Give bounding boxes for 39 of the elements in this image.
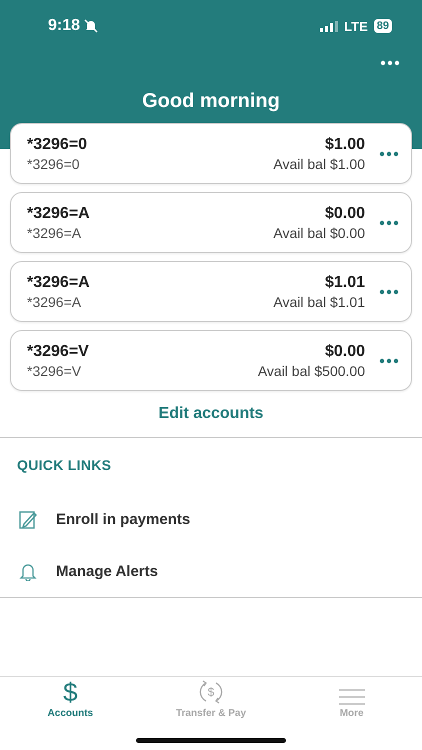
account-options-icon[interactable]	[379, 288, 399, 294]
available-balance: Avail bal $1.01	[273, 294, 365, 310]
account-options-icon[interactable]	[379, 358, 399, 364]
menu-icon	[338, 689, 365, 705]
edit-accounts-link[interactable]: Edit accounts	[0, 399, 422, 438]
available-balance: Avail bal $500.00	[258, 362, 365, 378]
tab-item[interactable]: $ Accounts	[0, 677, 141, 725]
account-options-icon[interactable]	[379, 220, 399, 226]
account-number: *3296=V	[27, 362, 82, 378]
account-balance: $0.00	[324, 204, 365, 222]
account-balance: $1.01	[324, 274, 365, 292]
account-number: *3296=0	[27, 156, 81, 172]
account-options-icon[interactable]	[379, 150, 399, 156]
account-name: *3296=A	[27, 274, 91, 292]
account-balance: $0.00	[324, 342, 365, 360]
edit-icon	[18, 509, 38, 529]
account-name: *3296=0	[27, 136, 88, 154]
section-heading: QUICK LINKS	[16, 456, 112, 475]
account-number: *3296=A	[27, 224, 82, 240]
clock: 9:18	[48, 17, 80, 35]
greeting-title: Good morning	[141, 89, 281, 114]
available-balance: Avail bal $1.00	[273, 156, 365, 172]
dollar-icon: $	[63, 679, 78, 705]
battery-icon: 89	[374, 19, 392, 33]
account-balance: $1.00	[324, 136, 365, 154]
account-name: *3296=A	[27, 204, 91, 222]
account-name: *3296=V	[27, 342, 90, 360]
account-number: *3296=A	[27, 294, 82, 310]
more-options-icon[interactable]	[380, 60, 400, 66]
available-balance: Avail bal $0.00	[273, 224, 365, 240]
account-card[interactable]: *3296=0 *3296=0 $1.00 Avail bal $1.00	[10, 123, 412, 184]
account-card[interactable]: *3296=V *3296=V $0.00 Avail bal $500.00	[10, 330, 412, 391]
signal-icon	[320, 20, 338, 32]
account-card[interactable]: *3296=A *3296=A $0.00 Avail bal $0.00	[10, 192, 412, 253]
account-card[interactable]: *3296=A *3296=A $1.01 Avail bal $1.01	[10, 261, 412, 322]
muted-bell-icon	[84, 19, 98, 33]
network-label: LTE	[344, 18, 368, 34]
quick-link-item[interactable]: Enroll in payments	[0, 493, 422, 545]
quick-link-item[interactable]: Manage Alerts	[0, 545, 422, 597]
